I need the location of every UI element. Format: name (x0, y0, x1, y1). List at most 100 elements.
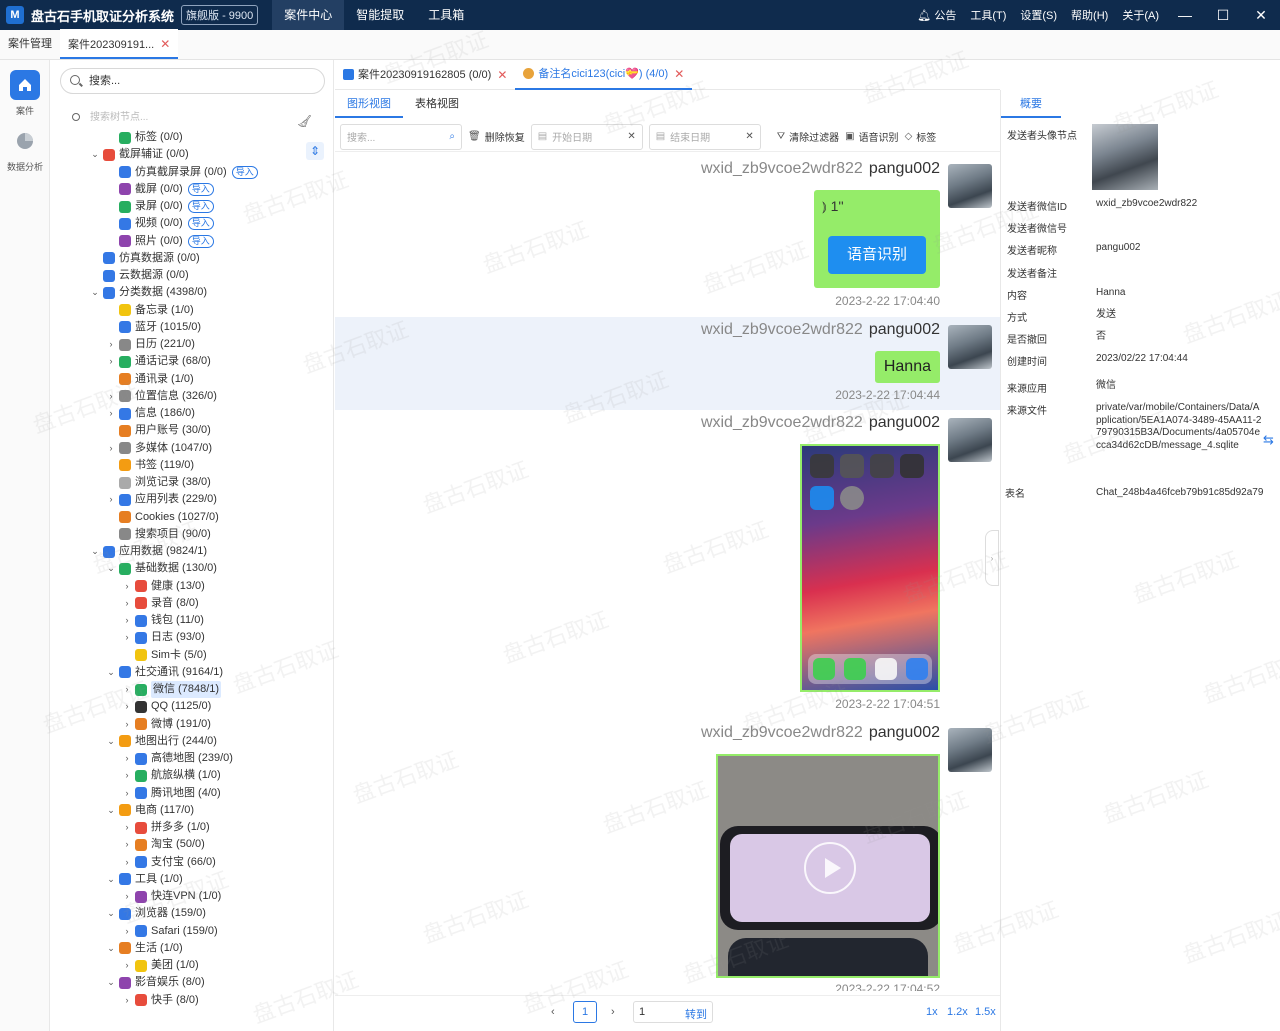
menu-toolbox[interactable]: 工具箱 (416, 0, 476, 30)
menu-tools[interactable]: 工具(T) (963, 7, 1013, 23)
chevron-icon[interactable]: › (122, 698, 132, 715)
tree-node[interactable]: › QQ (1125/0) (122, 698, 211, 715)
chevron-icon[interactable]: › (122, 854, 132, 871)
chevron-icon[interactable]: › (122, 819, 132, 836)
chevron-icon[interactable]: › (122, 716, 132, 733)
zoom-1x[interactable]: 1x (926, 1006, 938, 1018)
menu-smart-extract[interactable]: 智能提取 (344, 0, 416, 30)
tree-node[interactable]: ⌄ 工具 (1/0) (106, 871, 183, 888)
tree-node[interactable]: ⌄ 浏览器 (159/0) (106, 905, 206, 922)
text-bubble[interactable]: Hanna (874, 351, 940, 383)
image-attachment[interactable] (800, 444, 940, 692)
node-search-input[interactable]: 搜索树节点... 🧹︎ (64, 108, 322, 128)
tree-node[interactable]: › 美团 (1/0) (122, 957, 199, 974)
chevron-icon[interactable]: › (122, 681, 132, 698)
chevron-icon[interactable]: › (106, 440, 116, 457)
tab-case-summary[interactable]: 案件20230919162805 (0/0) ✕ (335, 60, 515, 90)
broom-icon[interactable]: 🧹︎ (297, 111, 312, 131)
chevron-icon[interactable]: ⌄ (106, 905, 116, 922)
chevron-icon[interactable]: ⌄ (90, 284, 100, 301)
maximize-icon[interactable]: ☐ (1204, 7, 1242, 24)
tab-graphic-view[interactable]: 图形视图 (335, 90, 403, 118)
speech-recognition-bubble-button[interactable]: 语音识别 (828, 236, 926, 274)
chevron-icon[interactable]: › (122, 836, 132, 853)
tree-node[interactable]: › 位置信息 (326/0) (106, 388, 217, 405)
tree-node[interactable]: › 健康 (13/0) (122, 578, 205, 595)
tree-node[interactable]: › 微信 (7848/1) (122, 681, 222, 698)
tree-node[interactable]: › 录音 (8/0) (122, 595, 199, 612)
message-image[interactable]: wxid_zb9vcoe2wdr822 pangu002 2023-2-22 1… (335, 412, 1000, 712)
tree-node[interactable]: ⌄ 地图出行 (244/0) (106, 733, 217, 750)
chevron-icon[interactable]: ⌄ (106, 871, 116, 888)
tree-node[interactable]: 仿真数据源 (0/0) (90, 250, 200, 267)
tree-node[interactable]: Cookies (1027/0) (106, 509, 219, 526)
tree-node[interactable]: ⌄ 分类数据 (4398/0) (90, 284, 207, 301)
zoom-1-2x[interactable]: 1.2x (947, 1006, 968, 1018)
voice-bubble[interactable]: ⦆ 1'' 语音识别 (814, 190, 940, 288)
tree-node[interactable]: › 支付宝 (66/0) (122, 854, 216, 871)
close-tab-icon[interactable]: ✕ (160, 37, 170, 51)
start-date-input[interactable]: ▤ 开始日期 ✕ (530, 123, 643, 150)
open-file-icon[interactable]: ⇆ (1263, 432, 1274, 448)
chevron-icon[interactable]: › (122, 992, 132, 1009)
tree-node[interactable]: › 高德地图 (239/0) (122, 750, 233, 767)
menu-about[interactable]: 关于(A) (1115, 7, 1166, 23)
import-button[interactable]: 导入 (231, 165, 258, 179)
chevron-icon[interactable]: ⌄ (90, 543, 100, 560)
tab-case-detail[interactable]: 案件202309191... ✕ (60, 29, 179, 59)
tree-node[interactable]: ⌄ 影音娱乐 (8/0) (106, 974, 205, 991)
tab-summary[interactable]: 概要 (1001, 90, 1061, 118)
current-page-button[interactable]: 1 (573, 1001, 597, 1023)
tree-node[interactable]: 截屏 (0/0) 导入 (106, 181, 214, 198)
tree-node[interactable]: 备忘录 (1/0) (106, 302, 194, 319)
tree-node[interactable]: › 快连VPN (1/0) (122, 888, 221, 905)
chevron-icon[interactable]: ⌄ (106, 733, 116, 750)
nav-data-analysis[interactable]: 数据分析 (5, 126, 45, 173)
nav-case[interactable]: 案件 (5, 70, 45, 117)
chevron-icon[interactable]: ⌄ (106, 560, 116, 577)
close-tab-icon[interactable]: ✕ (497, 60, 507, 90)
chevron-icon[interactable]: › (106, 353, 116, 370)
chevron-icon[interactable]: › (122, 629, 132, 646)
tree-node[interactable]: › 航旅纵横 (1/0) (122, 767, 221, 784)
chevron-icon[interactable]: › (122, 612, 132, 629)
tree-node[interactable]: ⌄ 社交通讯 (9164/1) (106, 664, 223, 681)
tree-node[interactable]: 云数据源 (0/0) (90, 267, 189, 284)
tree-node[interactable]: ⌄ 应用数据 (9824/1) (90, 543, 207, 560)
tree-node[interactable]: ⌄ 基础数据 (130/0) (106, 560, 217, 577)
tree-node[interactable]: › 微博 (191/0) (122, 716, 211, 733)
chevron-icon[interactable]: › (106, 336, 116, 353)
tree-node[interactable]: › 腾讯地图 (4/0) (122, 785, 221, 802)
tree-node[interactable]: › 淘宝 (50/0) (122, 836, 205, 853)
tree-node[interactable]: ⌄ 电商 (117/0) (106, 802, 194, 819)
chevron-icon[interactable]: › (122, 578, 132, 595)
tree-node[interactable]: › 日志 (93/0) (122, 629, 205, 646)
tree-node[interactable]: › 钱包 (11/0) (122, 612, 204, 629)
message-video[interactable]: wxid_zb9vcoe2wdr822 pangu002 2023-2-22 17… (335, 722, 1000, 991)
chevron-icon[interactable]: › (106, 388, 116, 405)
tree-node[interactable]: 用户账号 (30/0) (106, 422, 211, 439)
minimize-icon[interactable]: — (1166, 7, 1204, 23)
prev-page-icon[interactable]: ‹ (551, 1006, 555, 1018)
tree-node[interactable]: › 日历 (221/0) (106, 336, 195, 353)
menu-settings[interactable]: 设置(S) (1013, 7, 1064, 23)
tree-node[interactable]: 仿真截屏录屏 (0/0) 导入 (106, 164, 258, 181)
chevron-icon[interactable]: › (122, 923, 132, 940)
tab-case-management[interactable]: 案件管理 (0, 29, 60, 59)
next-page-icon[interactable]: › (611, 1006, 615, 1018)
close-tab-icon[interactable]: ✕ (674, 59, 684, 89)
zoom-1-5x[interactable]: 1.5x (975, 1006, 996, 1018)
chevron-icon[interactable]: › (106, 405, 116, 422)
message-voice[interactable]: wxid_zb9vcoe2wdr822 pangu002 ⦆ 1'' 语音识别 2… (335, 156, 1000, 316)
tree-node[interactable]: › 拼多多 (1/0) (122, 819, 210, 836)
tree-node[interactable]: Sim卡 (5/0) (122, 647, 207, 664)
tag-button[interactable]: ◇ 标签 (905, 129, 937, 144)
chevron-icon[interactable]: ⌄ (106, 940, 116, 957)
tree-node[interactable]: › Safari (159/0) (122, 923, 218, 940)
chevron-icon[interactable]: ⌄ (106, 802, 116, 819)
chevron-icon[interactable]: › (122, 785, 132, 802)
tree-node[interactable]: › 信息 (186/0) (106, 405, 195, 422)
chat-search-input[interactable]: 搜索... ⌕ (340, 123, 462, 150)
tree-node[interactable]: › 应用列表 (229/0) (106, 491, 217, 508)
tree-node[interactable]: › 多媒体 (1047/0) (106, 440, 212, 457)
